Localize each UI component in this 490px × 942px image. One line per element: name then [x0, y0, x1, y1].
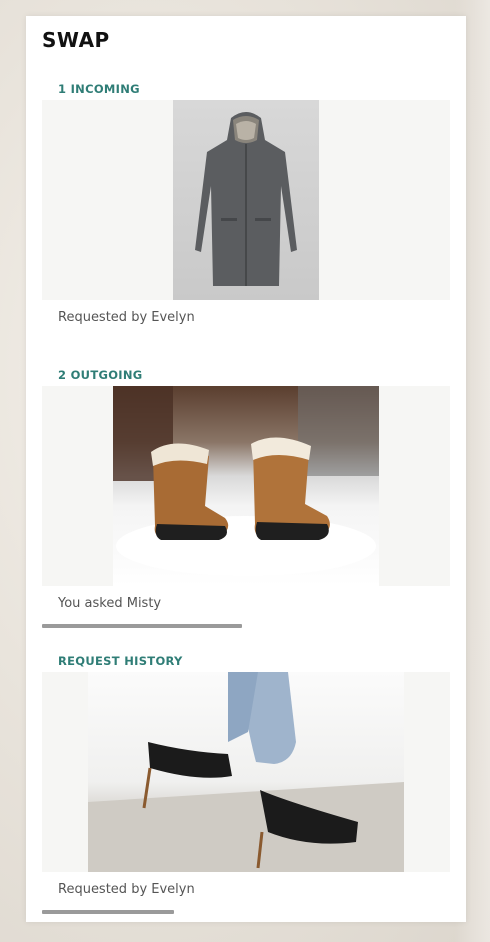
section-label-outgoing: 2 OUTGOING	[58, 368, 143, 382]
history-item-card[interactable]	[42, 672, 450, 872]
heels-illustration	[88, 672, 404, 872]
history-request-caption: Requested by Evelyn	[58, 882, 195, 897]
section-label-request-history: REQUEST HISTORY	[58, 654, 183, 668]
outgoing-item-card[interactable]	[42, 386, 450, 586]
incoming-request-caption: Requested by Evelyn	[58, 310, 195, 325]
swap-panel: SWAP 1 INCOMING Requested by Evelyn 2 OU…	[26, 16, 466, 922]
incoming-item-card[interactable]	[42, 100, 450, 300]
section-label-incoming: 1 INCOMING	[58, 82, 140, 96]
outgoing-request-caption: You asked Misty	[58, 596, 162, 611]
outgoing-scrollbar[interactable]	[42, 624, 242, 628]
history-scrollbar[interactable]	[42, 910, 174, 914]
boots-illustration	[113, 386, 379, 576]
outgoing-item-image[interactable]	[113, 386, 379, 586]
page-title: SWAP	[42, 28, 110, 52]
parka-illustration	[195, 112, 297, 286]
history-item-image[interactable]	[88, 672, 404, 872]
incoming-item-image[interactable]	[173, 100, 319, 300]
